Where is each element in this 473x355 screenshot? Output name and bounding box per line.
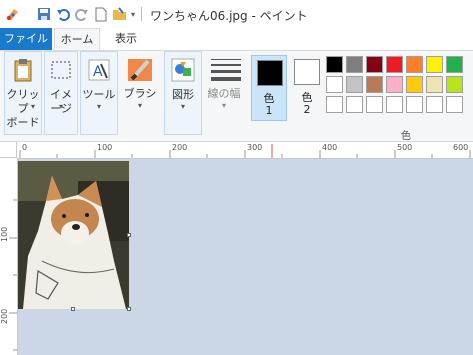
clipboard-icon [9,56,37,84]
colors-group-label: 色 [401,131,411,142]
save-icon[interactable] [36,6,52,22]
palette-empty[interactable] [386,96,403,113]
ruler-label: 0 [22,143,28,152]
palette-empty[interactable] [326,96,343,113]
new-file-icon[interactable] [93,6,109,22]
palette-color[interactable] [446,76,463,93]
clipboard-label-2: ボード [6,116,40,129]
brush-icon [126,55,154,83]
tab-view[interactable]: 表示 [104,28,148,50]
ruler-label: 600 [453,143,469,152]
tab-home[interactable]: ホーム [54,28,100,50]
ribbon: クリップ ボード ▾ イメージ ▾ A ツール ▾ ブラシ ▾ 図形 ▾ 線の幅… [0,50,473,142]
paint-app-icon[interactable] [5,6,21,22]
clipboard-label-1: クリップ [6,88,40,115]
palette-color[interactable] [426,56,443,73]
palette-color[interactable] [366,76,383,93]
select-icon [47,56,75,84]
ruler-label: 200 [172,143,188,152]
palette-color[interactable] [446,56,463,73]
palette-empty[interactable] [426,96,443,113]
palette-color[interactable] [366,56,383,73]
chevron-down-icon: ▾ [58,102,63,111]
brush-button[interactable]: ブラシ ▾ [120,51,160,135]
dog-photo [18,161,129,309]
line-width-icon [210,55,241,83]
color1-number: 1 [265,104,273,117]
color2-swatch [294,59,320,85]
palette-color[interactable] [406,76,423,93]
canvas-area[interactable] [18,159,473,355]
resize-handle-bottom[interactable] [71,307,75,311]
shapes-button[interactable]: 図形 ▾ [164,51,202,135]
open-folder-icon[interactable] [112,6,128,22]
clipboard-button[interactable]: クリップ ボード ▾ [4,51,42,135]
color2-number: 2 [303,103,311,116]
window-title: ワンちゃん06.jpg - ペイント [150,9,308,23]
shapes-label: 図形 [172,88,194,101]
ruler-label: 100 [97,143,113,152]
ruler-label: 400 [322,143,338,152]
tab-file[interactable]: ファイル [0,28,52,50]
image-canvas[interactable] [18,161,129,309]
palette-empty[interactable] [406,96,423,113]
palette-empty[interactable] [446,96,463,113]
palette-color[interactable] [426,76,443,93]
palette-color[interactable] [326,76,343,93]
palette-empty[interactable] [366,96,383,113]
color1-button[interactable]: 色 1 [251,55,287,121]
brush-label: ブラシ [123,87,157,100]
palette-color[interactable] [406,56,423,73]
resize-handle-corner[interactable] [127,307,131,311]
title-bar: ▾ ワンちゃん06.jpg - ペイント [0,0,473,29]
customize-qat-icon[interactable]: ▾ [128,6,138,22]
chevron-down-icon: ▾ [221,101,226,110]
chevron-down-icon: ▾ [31,102,36,111]
image-button[interactable]: イメージ ▾ [44,51,78,135]
palette-color[interactable] [346,76,363,93]
tools-button[interactable]: A ツール ▾ [80,51,118,135]
palette-color[interactable] [326,56,343,73]
tools-label: ツール [82,88,116,101]
ruler-top: 0 100 200 300 400 500 600 [17,142,473,159]
ribbon-tabs: ファイル ホーム 表示 [0,28,473,50]
palette-color[interactable] [346,56,363,73]
ruler-corner [0,142,17,158]
line-width-label: 線の幅 [207,87,241,100]
title-separator [141,7,142,21]
chevron-down-icon: ▾ [180,102,185,111]
palette-empty[interactable] [346,96,363,113]
undo-icon[interactable] [55,6,71,22]
redo-icon[interactable] [74,6,90,22]
ruler-label: 500 [397,143,413,152]
text-tool-icon: A [85,56,113,84]
line-width-button[interactable]: 線の幅 ▾ [204,51,244,135]
ruler-label: 200 [0,308,9,324]
color2-button[interactable]: 色 2 [289,55,325,121]
ruler-left: 100 200 [0,158,18,355]
palette-color[interactable] [386,76,403,93]
ruler-label: 300 [247,143,263,152]
resize-handle-right[interactable] [127,233,131,237]
shapes-icon [169,56,197,84]
color1-swatch [257,60,283,86]
ruler-label: 100 [0,226,9,242]
chevron-down-icon: ▾ [137,101,142,110]
chevron-down-icon: ▾ [96,102,101,111]
palette-color[interactable] [386,56,403,73]
